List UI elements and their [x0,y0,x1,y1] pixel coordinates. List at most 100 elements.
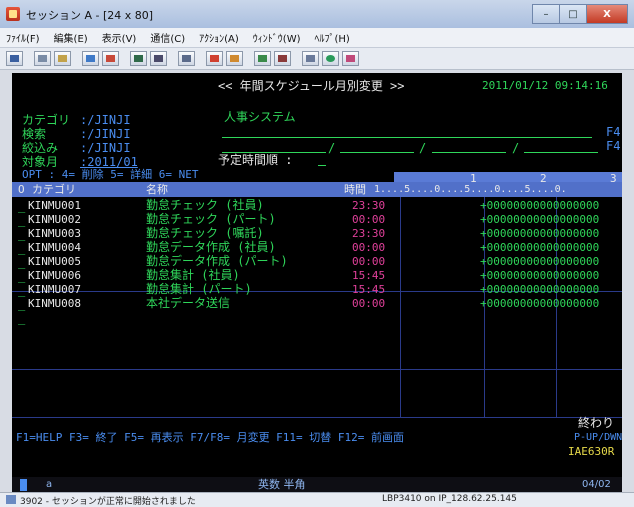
row-code: KINMU003 [28,227,81,240]
menu-communication[interactable]: 通信(C) [150,30,185,45]
maximize-button[interactable]: □ [559,4,586,24]
grid-line [12,417,622,418]
row-time: 00:00 [352,297,386,310]
send-icon[interactable] [82,51,99,66]
col-name: 名称 [146,183,168,196]
window-controls: – □ X [532,4,628,24]
row-time: 00:00 [352,241,386,254]
menu-file[interactable]: ﾌｧｲﾙ(F) [6,30,40,45]
row-pattern: +00000000000000000 [480,227,600,240]
settings-icon[interactable] [302,51,319,66]
filter-input-3[interactable] [432,152,506,153]
display-icon[interactable] [130,51,147,66]
right-hint-2: F4 [606,139,621,153]
col-category: カテゴリ [32,183,76,196]
row-name: 勤怠チェック (社員) [146,198,264,212]
row-name: 勤怠データ作成 (パート) [146,254,288,268]
category-name: 人事システム [224,110,296,124]
title-bar: セッション A - [24 x 80] – □ X [0,0,634,29]
row-time: 00:00 [352,213,386,226]
filter-input-2[interactable] [340,152,414,153]
terminal-screen[interactable]: << 年間スケジュール月別変更 >> 2011/01/12 09:14:16 カ… [12,73,622,477]
status-left: a [46,479,53,490]
category-value: :/JINJI [80,113,131,127]
filter-label: 絞込み [22,141,59,155]
globe-icon[interactable] [322,51,339,66]
row-name: 勤怠集計 (社員) [146,268,240,282]
row-code: KINMU007 [28,283,81,296]
row-pattern: +00000000000000000 [480,269,600,282]
col-o: O [18,183,25,196]
planned-order-input[interactable] [318,165,326,166]
end-label: 終わり [578,416,615,430]
connection-info: LBP3410 on IP_128.62.25.145 [382,494,517,504]
row-name: 勤怠集計 (パート) [146,282,252,296]
screen-title: << 年間スケジュール月別変更 >> [218,79,405,93]
disconnect-icon[interactable] [274,51,291,66]
status-bar: 3902 - セッションが正常に開始されました LBP3410 on IP_12… [0,492,634,507]
row-time: 23:30 [352,199,386,212]
search-input-line[interactable] [222,137,592,138]
row-time: 15:45 [352,269,386,282]
row-code: KINMU008 [28,297,81,310]
row-code: KINMU004 [28,241,81,254]
minimize-button[interactable]: – [532,4,559,24]
toolbar [0,48,634,70]
search-value[interactable]: :/JINJI [80,127,131,141]
row-pattern: +00000000000000000 [480,283,600,296]
row-pattern: +00000000000000000 [480,297,600,310]
emulator-window: セッション A - [24 x 80] – □ X ﾌｧｲﾙ(F) 編集(E) … [0,0,634,507]
status-message: 3902 - セッションが正常に開始されました [20,497,196,507]
row-pattern: +00000000000000000 [480,199,600,212]
menu-help[interactable]: ﾍﾙﾌﾟ(H) [315,30,350,45]
cursor-position: 04/02 [582,479,611,490]
row-time: 23:30 [352,227,386,240]
row-code: KINMU002 [28,213,81,226]
paste-icon[interactable] [54,51,71,66]
menu-view[interactable]: 表示(V) [102,30,137,45]
grid-line [12,369,622,370]
print-icon[interactable] [6,51,23,66]
close-button[interactable]: X [586,4,628,24]
keyboard-icon[interactable] [150,51,167,66]
right-hint-1: F4 [606,125,621,139]
col-time: 時間 [344,183,366,196]
filter-value[interactable]: :/JINJI [80,141,131,155]
search-label: 検索 [22,127,47,141]
row-pattern: +00000000000000000 [480,213,600,226]
row-code: KINMU001 [28,199,81,212]
window-title: セッション A - [24 x 80] [26,9,154,22]
menu-edit[interactable]: 編集(E) [54,30,88,45]
row-time: 15:45 [352,283,386,296]
row-code: KINMU005 [28,255,81,268]
record-icon[interactable] [206,51,223,66]
connect-icon[interactable] [254,51,271,66]
row-name: 勤怠データ作成 (社員) [146,240,276,254]
category-label: カテゴリ [22,113,71,127]
terminal-status-line: a 英数 半角 04/02 [12,477,622,492]
row-time: 00:00 [352,255,386,268]
ruler-scale: 1....5....0....5....0....5....0. [374,184,567,195]
receive-icon[interactable] [102,51,119,66]
target-month-input[interactable]: :2011/01 [80,155,138,169]
filter-input-4[interactable] [524,152,598,153]
planned-order-label: 予定時間順 : [218,153,293,167]
function-keys-right: P-UP/DWN [574,432,622,443]
option-line: OPT : 4= 削除 5= 詳細 6= NET [22,168,199,181]
session-icon [6,495,16,504]
cursor-indicator [20,479,27,491]
empty-row-cursor[interactable]: _ [18,311,25,325]
row-code: KINMU006 [28,269,81,282]
play-icon[interactable] [226,51,243,66]
copy-icon[interactable] [34,51,51,66]
edit-icon[interactable] [342,51,359,66]
row-name: 勤怠チェック (パート) [146,212,276,226]
screen-id: IAE630R [568,445,615,458]
input-mode: 英数 半角 [258,478,306,491]
menu-action[interactable]: ｱｸｼｮﾝ(A) [199,30,239,45]
grid-line [400,197,401,417]
row-name: 本社データ送信 [146,296,231,310]
macro-icon[interactable] [178,51,195,66]
row-pattern: +00000000000000000 [480,255,600,268]
menu-window[interactable]: ｳｨﾝﾄﾞｳ(W) [253,30,301,45]
